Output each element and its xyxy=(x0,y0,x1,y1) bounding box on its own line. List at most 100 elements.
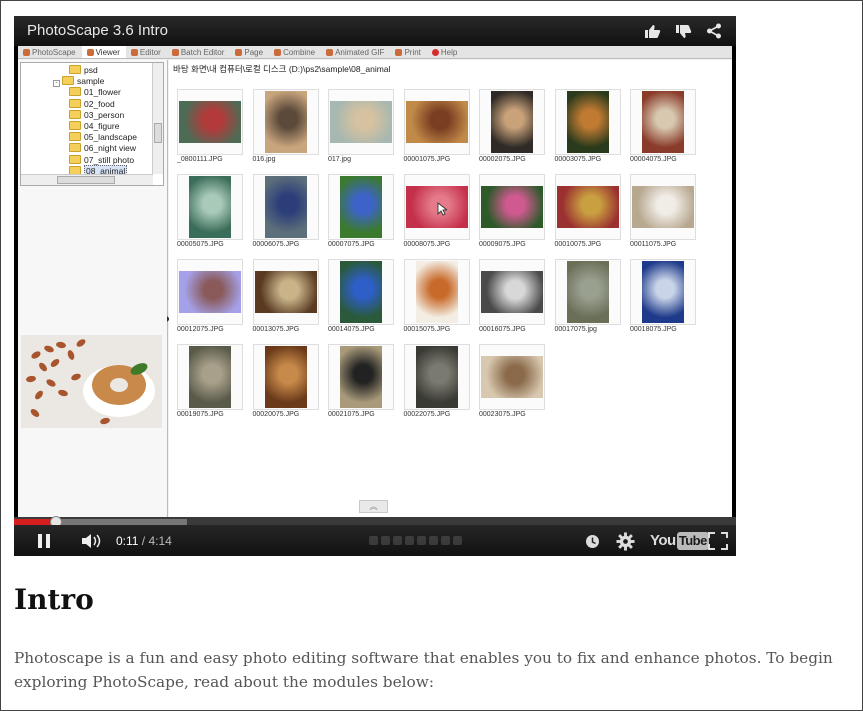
tree-folder-item[interactable]: 05_landscape xyxy=(69,132,137,144)
tree-folder-item[interactable]: 01_flower xyxy=(69,87,121,99)
thumbnail-item[interactable]: 00014075.JPG xyxy=(328,259,394,341)
video-frame[interactable]: PhotoScape Viewer Editor Batch Editor Page Co… xyxy=(18,46,732,533)
app-tab-photoscape[interactable]: PhotoScape xyxy=(18,46,82,58)
folder-icon xyxy=(69,154,81,164)
thumbnail-item[interactable]: _0800111.JPG xyxy=(177,89,243,171)
thumbnail-filename: 00023075.JPG xyxy=(479,411,526,418)
tree-folder-label: 01_flower xyxy=(84,87,121,98)
tree-folder-item[interactable]: 07_still photo xyxy=(69,154,134,167)
share-icon[interactable] xyxy=(706,23,722,39)
thumbnail-item[interactable]: 00023075.JPG xyxy=(479,344,545,426)
thumbnail-item[interactable]: 00011075.JPG xyxy=(630,174,696,256)
thumbnail-item[interactable]: 00005075.JPG xyxy=(177,174,243,256)
thumbnail-item[interactable]: 00006075.JPG xyxy=(252,174,319,256)
video-player[interactable]: PhotoScape 3.6 Intro PhotoScape Viewer Edi… xyxy=(14,16,736,556)
thumbnail-filename: 00022075.JPG xyxy=(403,411,451,418)
folder-icon xyxy=(69,65,81,74)
tree-horizontal-scrollbar[interactable] xyxy=(21,174,153,185)
tree-vertical-scrollbar[interactable] xyxy=(152,63,163,174)
pause-button[interactable] xyxy=(34,531,54,551)
thumbnail-item[interactable]: 00020075.JPG xyxy=(252,344,319,426)
thumbnail-item[interactable]: 00004075.JPG xyxy=(630,89,696,171)
folder-icon xyxy=(69,98,81,108)
thumbnail-item[interactable]: 00021075.JPG xyxy=(328,344,394,426)
video-title[interactable]: PhotoScape 3.6 Intro xyxy=(27,22,168,39)
folder-icon xyxy=(69,143,81,153)
watch-later-button[interactable] xyxy=(582,531,602,551)
thumbnail-image xyxy=(328,89,394,155)
thumbnail-item[interactable]: 00010075.JPG xyxy=(554,174,621,256)
thumbnail-item[interactable]: 00015075.JPG xyxy=(403,259,470,341)
app-tab-editor[interactable]: Editor xyxy=(126,46,167,58)
thumbnail-item[interactable]: 00022075.JPG xyxy=(403,344,470,426)
thumbs-up-icon[interactable] xyxy=(644,24,661,39)
tree-vscroll-thumb[interactable] xyxy=(154,123,162,143)
folder-path: 바탕 화면\내 컴퓨터\로컬 디스크 (D:)\ps2\sample\08_an… xyxy=(173,64,391,74)
thumbnail-image xyxy=(554,259,621,325)
collapse-panel-button[interactable]: ︽ xyxy=(359,500,388,513)
thumbnail-filename: 00010075.JPG xyxy=(554,241,602,248)
app-tab-page[interactable]: Page xyxy=(230,46,269,58)
thumbnail-filename: 00016075.JPG xyxy=(479,326,526,333)
tree-folder-item[interactable]: 02_food xyxy=(69,98,115,111)
video-titlebar: PhotoScape 3.6 Intro xyxy=(14,16,736,46)
thumbnail-filename: 00003075.JPG xyxy=(554,156,602,163)
tree-folder-item[interactable]: psd xyxy=(69,65,98,77)
left-pane: +09_ex08_animal07_still photo06_night vi… xyxy=(18,60,168,533)
thumbnail-item[interactable]: 00007075.JPG xyxy=(328,174,394,256)
thumbnail-image xyxy=(554,174,621,240)
thumbnail-item[interactable]: 00012075.JPG xyxy=(177,259,243,341)
thumbnail-filename: 00020075.JPG xyxy=(252,411,300,418)
video-progress-bar[interactable] xyxy=(14,516,736,528)
thumbnail-item[interactable]: 00018075.JPG xyxy=(630,259,696,341)
youtube-logo-tube: Tube xyxy=(676,532,709,550)
thumbnail-item[interactable]: 00001075.JPG xyxy=(403,89,470,171)
app-tab-combine[interactable]: Combine xyxy=(269,46,321,58)
app-tab-help[interactable]: Help xyxy=(427,46,463,58)
settings-button[interactable] xyxy=(614,531,636,551)
app-tab-viewer[interactable]: Viewer xyxy=(81,46,126,58)
tree-folder-item[interactable]: 04_figure xyxy=(69,121,119,133)
thumbnail-item[interactable]: 00017075.jpg xyxy=(554,259,621,341)
thumbnail-filename: 00018075.JPG xyxy=(630,326,677,333)
youtube-logo[interactable]: You Tube xyxy=(650,532,709,550)
youtube-logo-you: You xyxy=(650,532,676,549)
thumbnail-filename: 00002075.JPG xyxy=(479,156,526,163)
thumbnail-item[interactable]: 00016075.JPG xyxy=(479,259,545,341)
intro-paragraph: Photoscape is a fun and easy photo editi… xyxy=(14,649,833,691)
folder-tree[interactable]: +09_ex08_animal07_still photo06_night vi… xyxy=(20,62,164,186)
thumbnail-image xyxy=(403,344,470,410)
tree-folder-item[interactable]: - sample xyxy=(53,76,104,88)
thumbnail-image xyxy=(630,89,696,155)
thumbnail-item[interactable]: 00003075.JPG xyxy=(554,89,621,171)
thumbnail-image xyxy=(252,174,319,240)
thumbnail-pane: 바탕 화면\내 컴퓨터\로컬 디스크 (D:)\ps2\sample\08_an… xyxy=(169,60,732,533)
thumbnail-filename: 00014075.JPG xyxy=(328,326,375,333)
thumbnail-item[interactable]: 00002075.JPG xyxy=(479,89,545,171)
thumbnail-item[interactable]: 00019075.JPG xyxy=(177,344,243,426)
thumbnail-filename: 00011075.JPG xyxy=(630,241,677,248)
thumbnail-item[interactable]: 00009075.JPG xyxy=(479,174,545,256)
tree-folder-item[interactable]: 06_night view xyxy=(69,143,136,155)
thumbnail-filename: 00017075.jpg xyxy=(554,326,597,333)
volume-button[interactable] xyxy=(80,531,104,551)
tree-hscroll-thumb[interactable] xyxy=(57,176,115,184)
tree-folder-item[interactable]: 03_person xyxy=(69,109,124,122)
thumbnail-filename: 00004075.JPG xyxy=(630,156,677,163)
app-tab-print[interactable]: Print xyxy=(390,46,426,58)
folder-icon xyxy=(69,132,81,142)
thumbnail-item[interactable]: 017.jpg xyxy=(328,89,394,171)
volume-icon xyxy=(82,534,101,548)
thumbnail-item[interactable]: 00013075.JPG xyxy=(252,259,319,341)
thumbnail-item[interactable]: 016.jpg xyxy=(252,89,319,171)
thumbnail-filename: 00015075.JPG xyxy=(403,326,451,333)
app-tab-batch-editor[interactable]: Batch Editor xyxy=(167,46,231,58)
thumbs-down-icon[interactable] xyxy=(675,24,692,39)
tree-folder-label: 05_landscape xyxy=(84,132,137,143)
collapse-icon[interactable]: - xyxy=(53,80,60,88)
video-control-bar: 0:11 / 4:14 You Tube xyxy=(14,525,736,556)
pause-icon xyxy=(38,534,50,548)
app-tab-animated-gif[interactable]: Animated GIF xyxy=(321,46,390,58)
fullscreen-button[interactable] xyxy=(706,531,730,551)
mouse-cursor-icon xyxy=(437,202,447,216)
